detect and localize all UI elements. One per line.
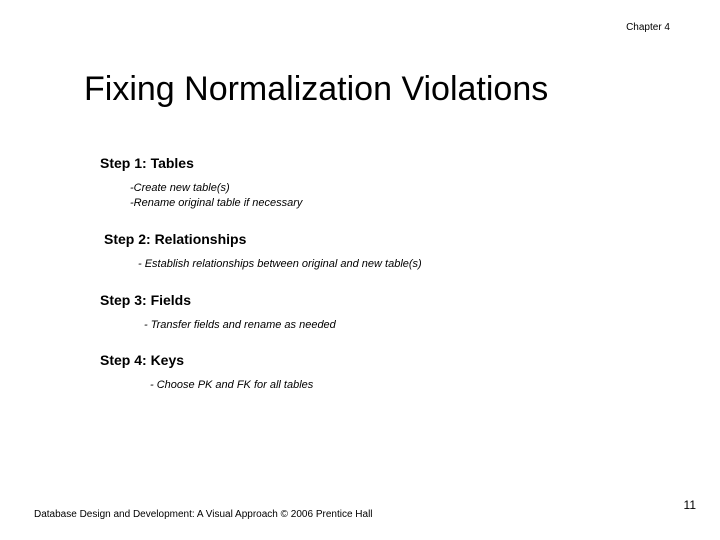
chapter-header: Chapter 4 bbox=[626, 22, 670, 33]
page-title: Fixing Normalization Violations bbox=[84, 70, 548, 109]
step-1-item: -Rename original table if necessary bbox=[130, 196, 620, 211]
step-3-item: - Transfer fields and rename as needed bbox=[144, 318, 620, 333]
step-3-header: Step 3: Fields bbox=[100, 292, 620, 308]
step-4-header: Step 4: Keys bbox=[100, 352, 620, 368]
step-1-item: -Create new table(s) bbox=[130, 181, 620, 196]
step-4-item: - Choose PK and FK for all tables bbox=[150, 378, 620, 393]
content-body: Step 1: Tables -Create new table(s) -Ren… bbox=[100, 155, 620, 413]
step-1-items: -Create new table(s) -Rename original ta… bbox=[130, 181, 620, 211]
step-1-header: Step 1: Tables bbox=[100, 155, 620, 171]
step-2-item: - Establish relationships between origin… bbox=[138, 257, 620, 272]
footer-left: Database Design and Development: A Visua… bbox=[34, 509, 373, 520]
step-2-items: - Establish relationships between origin… bbox=[138, 257, 620, 272]
step-2-header: Step 2: Relationships bbox=[104, 231, 620, 247]
step-4-items: - Choose PK and FK for all tables bbox=[150, 378, 620, 393]
page-number: 11 bbox=[684, 498, 696, 512]
step-3-items: - Transfer fields and rename as needed bbox=[144, 318, 620, 333]
